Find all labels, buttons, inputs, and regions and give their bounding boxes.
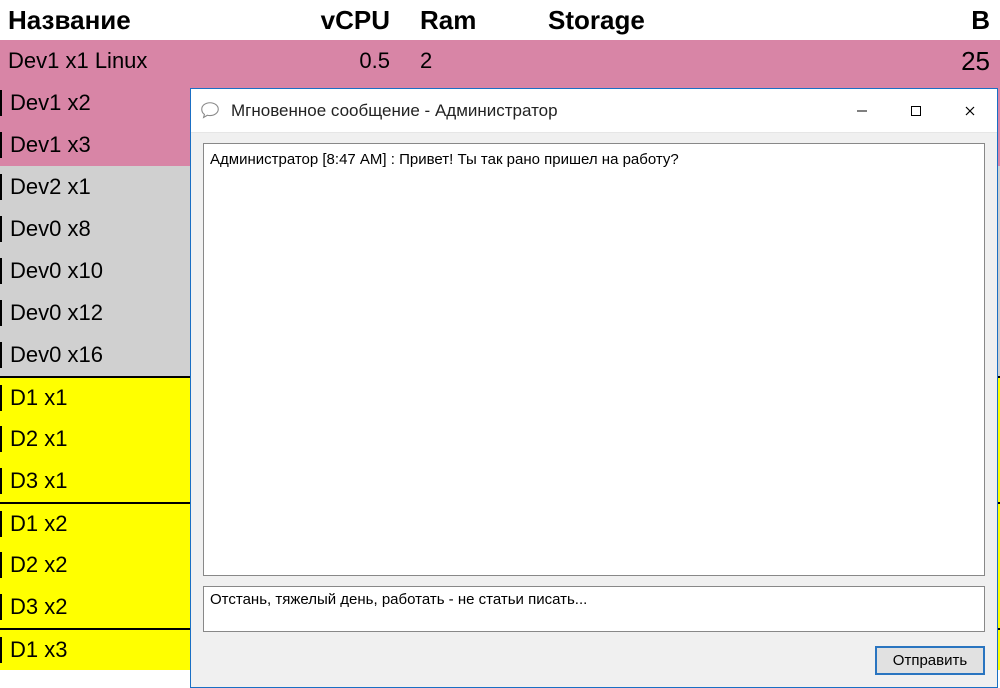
col-header-ram: Ram: [410, 5, 540, 36]
close-button[interactable]: [943, 89, 997, 133]
minimize-button[interactable]: [835, 89, 889, 133]
col-header-vcpu: vCPU: [280, 5, 410, 36]
cell-name: D3 x1: [0, 468, 188, 494]
cell-name: Dev0 x16: [0, 342, 188, 368]
col-header-storage: Storage: [540, 5, 800, 36]
cell-name: D3 x2: [0, 594, 188, 620]
cell-name: D1 x2: [0, 511, 188, 537]
cell-name: Dev0 x10: [0, 258, 188, 284]
im-body: Администратор [8:47 AM] : Привет! Ты так…: [191, 133, 997, 687]
table-row[interactable]: Dev1 x1 Linux 0.5 2 25: [0, 40, 1000, 82]
maximize-button[interactable]: [889, 89, 943, 133]
table-header-row: Название vCPU Ram Storage B: [0, 0, 1000, 40]
im-message-history[interactable]: Администратор [8:47 AM] : Привет! Ты так…: [203, 143, 985, 576]
cell-b: 25: [800, 46, 1000, 77]
cell-name: D2 x1: [0, 426, 188, 452]
cell-name: Dev1 x2: [0, 90, 188, 116]
cell-name: D2 x2: [0, 552, 188, 578]
send-button[interactable]: Отправить: [875, 646, 985, 675]
instant-message-window[interactable]: Мгновенное сообщение - Администратор Адм…: [190, 88, 998, 688]
cell-name: Dev0 x8: [0, 216, 188, 242]
cell-name: Dev1 x3: [0, 132, 188, 158]
cell-name: D1 x1: [0, 385, 188, 411]
cell-name: Dev2 x1: [0, 174, 188, 200]
col-header-b: B: [800, 5, 1000, 36]
col-header-name: Название: [0, 5, 280, 36]
cell-name: Dev1 x1 Linux: [0, 48, 280, 74]
im-input-field[interactable]: [203, 586, 985, 632]
cell-ram: 2: [410, 48, 540, 74]
im-button-bar: Отправить: [203, 646, 985, 677]
cell-vcpu: 0.5: [280, 48, 410, 74]
send-button-label: Отправить: [893, 652, 967, 669]
cell-name: Dev0 x12: [0, 300, 188, 326]
speech-bubble-icon: [199, 100, 221, 122]
im-window-title: Мгновенное сообщение - Администратор: [231, 101, 835, 121]
im-titlebar[interactable]: Мгновенное сообщение - Администратор: [191, 89, 997, 133]
im-message-line: Администратор [8:47 AM] : Привет! Ты так…: [210, 151, 679, 168]
cell-name: D1 x3: [0, 637, 188, 663]
